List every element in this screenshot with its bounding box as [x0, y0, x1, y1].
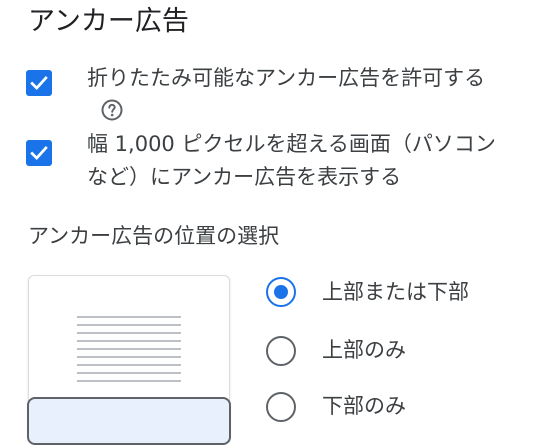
allow-collapsible-checkbox[interactable]	[26, 70, 52, 96]
show-on-desktop-checkbox[interactable]	[26, 140, 52, 166]
preview-text-line	[77, 364, 181, 366]
radio-top-or-bottom[interactable]	[266, 277, 296, 307]
checkmark-icon	[30, 146, 48, 161]
anchor-position-preview	[27, 275, 231, 445]
preview-text-line	[77, 380, 181, 382]
radio-bottom-only[interactable]	[266, 392, 296, 422]
preview-anchor-ad	[27, 397, 231, 445]
position-heading: アンカー広告の位置の選択	[28, 224, 280, 248]
checkmark-icon	[30, 76, 48, 91]
preview-text-line	[77, 356, 181, 358]
preview-text-line	[77, 372, 181, 374]
radio-bottom-only-label[interactable]: 下部のみ	[322, 391, 406, 421]
show-on-desktop-label-line2: など）にアンカー広告を表示する	[87, 165, 402, 189]
preview-text-line	[77, 332, 181, 334]
radio-top-only[interactable]	[266, 336, 296, 366]
radio-top-only-label[interactable]: 上部のみ	[322, 335, 406, 365]
preview-text-line	[77, 340, 181, 342]
show-on-desktop-label-line1: 幅 1,000 ピクセルを超える画面（パソコン	[87, 132, 496, 156]
allow-collapsible-label: 折りたたみ可能なアンカー広告を許可する	[87, 66, 486, 90]
preview-text-line	[77, 324, 181, 326]
preview-text-line	[77, 348, 181, 350]
help-circle-icon[interactable]	[100, 98, 124, 122]
preview-text-line	[77, 316, 181, 318]
radio-top-or-bottom-label[interactable]: 上部または下部	[322, 277, 469, 307]
section-title: アンカー広告	[28, 6, 189, 37]
